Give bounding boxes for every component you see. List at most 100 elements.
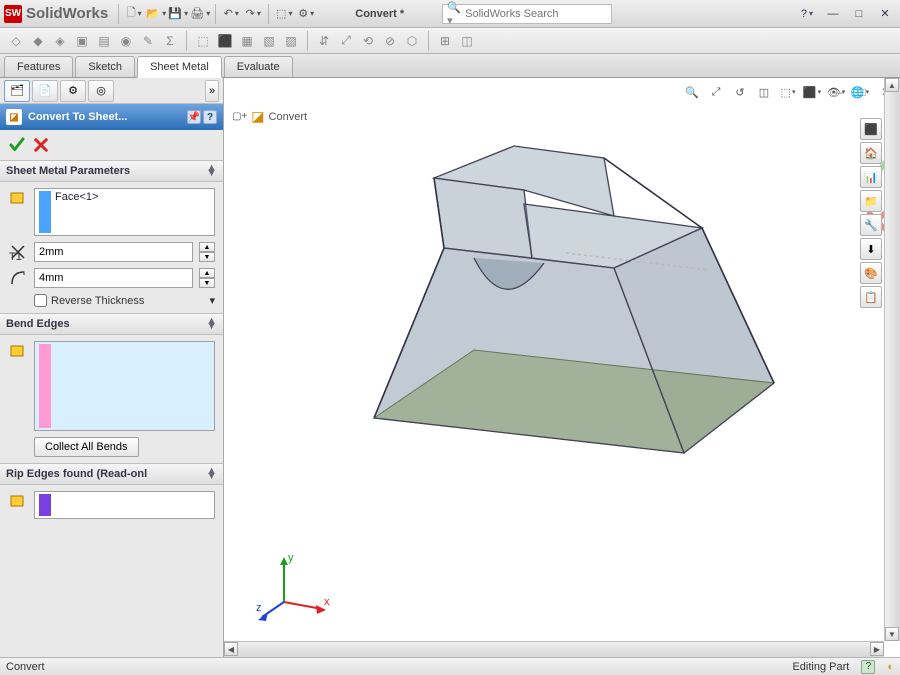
propertymanager-tab[interactable]: 📄 — [32, 80, 58, 102]
sheet-icon: 📄 — [38, 84, 52, 97]
collect-all-bends-button[interactable]: Collect All Bends — [34, 437, 139, 457]
spin-down-icon[interactable]: ▼ — [199, 278, 215, 288]
taskpane-view-palette[interactable]: 📁 — [860, 190, 882, 212]
tab-evaluate[interactable]: Evaluate — [224, 56, 293, 77]
radius-spinner[interactable]: ▲▼ — [199, 268, 215, 288]
pm-help-button[interactable]: ? — [203, 110, 217, 124]
viewport-restore-button[interactable]: □ — [852, 82, 872, 102]
open-button[interactable]: 📂 — [145, 3, 167, 25]
thickness-input[interactable] — [34, 242, 193, 262]
tool-icon[interactable]: ▤ — [94, 31, 114, 51]
status-help-button[interactable]: ? — [861, 660, 875, 674]
tool-icon[interactable]: ◫ — [457, 31, 477, 51]
print-button[interactable]: 🖨 — [189, 3, 211, 25]
help-menu-button[interactable]: ? — [796, 3, 818, 25]
more-icon[interactable]: ▾ — [209, 294, 215, 307]
tool-icon[interactable]: ◆ — [28, 31, 48, 51]
featuremanager-tab[interactable]: 🗂 — [4, 80, 30, 102]
tool-icon[interactable]: ⇵ — [314, 31, 334, 51]
prev-view-button[interactable]: ↺ — [730, 82, 750, 102]
tool-icon[interactable]: ⬡ — [402, 31, 422, 51]
search-bar[interactable]: 🔍▾ — [442, 4, 612, 24]
section-view-button[interactable]: ◫ — [754, 82, 774, 102]
redo-icon: ↷ — [246, 7, 255, 20]
flyout-feature-tree[interactable]: ▢+ ◪ Convert — [232, 108, 307, 125]
save-button[interactable]: 💾 — [167, 3, 189, 25]
options-button[interactable]: ⚙ — [295, 3, 317, 25]
restore-button[interactable]: □ — [848, 3, 870, 25]
fixed-face-selection[interactable]: Face<1> — [34, 188, 215, 236]
rip-edges-selection[interactable] — [34, 491, 215, 519]
zoom-fit-button[interactable]: 🔍 — [682, 82, 702, 102]
bend-edges-selection[interactable] — [34, 341, 215, 431]
search-input[interactable] — [465, 8, 607, 20]
tool-icon[interactable]: ⊞ — [435, 31, 455, 51]
tool-icon[interactable]: ◈ — [50, 31, 70, 51]
tool-icon[interactable]: ◉ — [116, 31, 136, 51]
tab-features[interactable]: Features — [4, 56, 73, 77]
taskpane-design-library[interactable]: 🏠 — [860, 142, 882, 164]
taskpane-custom-props[interactable]: ⬇ — [860, 238, 882, 260]
orientation-triad[interactable]: y x z — [254, 547, 334, 627]
redo-button[interactable]: ↷ — [242, 3, 264, 25]
vertical-scrollbar[interactable]: ▲ ▼ — [884, 78, 900, 641]
tool-icon[interactable]: ⊘ — [380, 31, 400, 51]
undo-button[interactable]: ↶ — [220, 3, 242, 25]
new-doc-button[interactable]: 🗋 — [123, 3, 145, 25]
group-header-rip[interactable]: Rip Edges found (Read-onl ▲▼ — [0, 463, 223, 485]
status-rebuild-icon[interactable]: ◐ — [887, 661, 894, 673]
expand-icon[interactable]: ▢+ — [232, 111, 247, 122]
tp-icon: 🔧 — [864, 219, 878, 232]
cancel-button[interactable] — [32, 136, 50, 154]
bend-radius-input[interactable] — [34, 268, 193, 288]
taskpane-appearances[interactable]: 🔧 — [860, 214, 882, 236]
minimize-button[interactable]: — — [822, 3, 844, 25]
dimxpert-tab[interactable]: ◎ — [88, 80, 114, 102]
tool-icon[interactable]: ⬛ — [215, 31, 235, 51]
display-style-button[interactable]: ⬛ — [802, 82, 822, 102]
tool-icon[interactable]: ⬚ — [193, 31, 213, 51]
close-button[interactable]: ✕ — [874, 3, 896, 25]
tp-icon: 📊 — [864, 171, 878, 184]
tool-icon[interactable]: ✎ — [138, 31, 158, 51]
spin-down-icon[interactable]: ▼ — [199, 252, 215, 262]
taskpane-file-explorer[interactable]: 📊 — [860, 166, 882, 188]
scroll-down-button[interactable]: ▼ — [885, 627, 899, 641]
graphics-viewport[interactable]: 🔍 ⤢ ↺ ◫ ⬚ ⬛ 👁 🌐 — □ ✕ ▢+ ◪ Convert — [224, 78, 900, 657]
taskpane-tab-7[interactable]: 🎨 — [860, 262, 882, 284]
separator — [307, 31, 308, 51]
tool-icon[interactable]: ⤢ — [336, 31, 356, 51]
configurationmanager-tab[interactable]: ⚙ — [60, 80, 86, 102]
view-orientation-button[interactable]: ⬚ — [778, 82, 798, 102]
tool-icon[interactable]: Σ — [160, 31, 180, 51]
tool-icon[interactable]: ◇ — [6, 31, 26, 51]
tp-icon: 📁 — [864, 195, 878, 208]
flyout-splitter[interactable]: » — [205, 80, 219, 102]
horizontal-scrollbar[interactable]: ◀ ▶ — [224, 641, 884, 657]
tab-sketch[interactable]: Sketch — [75, 56, 135, 77]
selection-strip — [39, 344, 51, 428]
tool-icon[interactable]: ▧ — [259, 31, 279, 51]
taskpane-resources[interactable]: ⬛ — [860, 118, 882, 140]
tool-icon[interactable]: ⟲ — [358, 31, 378, 51]
spin-up-icon[interactable]: ▲ — [199, 268, 215, 278]
group-header-bend[interactable]: Bend Edges ▲▼ — [0, 313, 223, 335]
tab-sheet-metal[interactable]: Sheet Metal — [137, 56, 222, 78]
thickness-spinner[interactable]: ▲▼ — [199, 242, 215, 262]
scroll-left-button[interactable]: ◀ — [224, 642, 238, 656]
group-header-params[interactable]: Sheet Metal Parameters ▲▼ — [0, 160, 223, 182]
pm-pin-button[interactable]: 📌 — [187, 110, 201, 124]
tool-icon[interactable]: ▨ — [281, 31, 301, 51]
taskpane-tab-8[interactable]: 📋 — [860, 286, 882, 308]
tool-icon[interactable]: ▣ — [72, 31, 92, 51]
viewport-minimize-button[interactable]: — — [828, 82, 848, 102]
tool-icon[interactable]: ▦ — [237, 31, 257, 51]
reverse-thickness-checkbox[interactable] — [34, 294, 47, 307]
scroll-right-button[interactable]: ▶ — [870, 642, 884, 656]
ok-button[interactable] — [8, 136, 26, 154]
fixed-face-icon — [8, 188, 28, 208]
zoom-area-button[interactable]: ⤢ — [706, 82, 726, 102]
scroll-up-button[interactable]: ▲ — [885, 78, 899, 92]
rebuild-button[interactable]: ⬚ — [273, 3, 295, 25]
spin-up-icon[interactable]: ▲ — [199, 242, 215, 252]
